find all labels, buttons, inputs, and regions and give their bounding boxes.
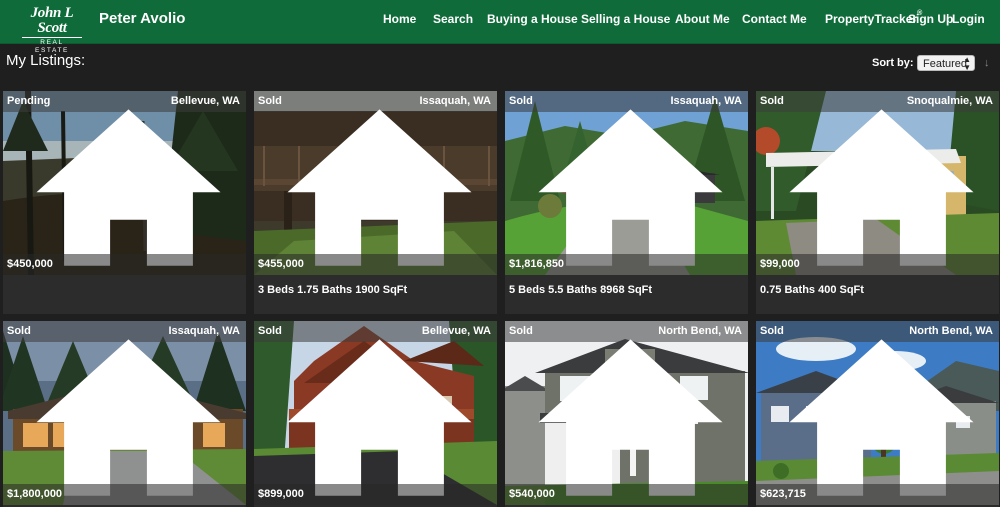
listing-card[interactable]: Sold Issaquah, WA $455,000 3 Beds 1.75 B…: [254, 91, 497, 314]
home-icon: [789, 339, 974, 496]
listing-card[interactable]: Sold Issaquah, WA $1,816,850 5 Beds 5.5 …: [505, 91, 748, 314]
listing-card[interactable]: Sold Snoqualmie, WA $99,000 0.75 Baths 4…: [756, 91, 999, 314]
listing-details: 0.75 Baths 400 SqFt: [760, 284, 864, 296]
listing-photo[interactable]: Sold North Bend, WA $540,000: [505, 321, 748, 505]
nav-search-link[interactable]: Search: [433, 12, 473, 26]
property-tracker-label: PropertyTracker: [825, 12, 918, 26]
listing-details: 3 Beds 1.75 Baths 1900 SqFt: [258, 284, 408, 296]
listing-status: Sold: [509, 321, 723, 496]
listing-photo[interactable]: Pending Bellevue, WA $450,000: [3, 91, 246, 275]
listing-price: $455,000: [258, 258, 304, 270]
arrow-down-icon[interactable]: ↓: [984, 57, 990, 69]
listing-price: $99,000: [760, 258, 800, 270]
listing-status-bar: Sold Issaquah, WA: [505, 91, 748, 266]
listing-card[interactable]: Pending Bellevue, WA $450,000: [3, 91, 246, 314]
listing-price: $1,816,850: [509, 258, 565, 270]
home-icon: [287, 339, 472, 496]
listing-status: Sold: [760, 321, 974, 496]
listing-card[interactable]: Sold Bellevue, WA $899,000: [254, 321, 497, 507]
listing-price: $450,000: [7, 258, 53, 270]
listing-status: Sold: [7, 321, 221, 496]
login-link[interactable]: Login: [952, 12, 985, 26]
nav-buying-link[interactable]: Buying a House: [487, 12, 578, 26]
listing-status-bar: Sold North Bend, WA: [505, 321, 748, 496]
home-icon: [36, 339, 221, 496]
listing-card[interactable]: Sold North Bend, WA $540,000: [505, 321, 748, 507]
listing-price: $899,000: [258, 488, 304, 500]
nav-selling-link[interactable]: Selling a House: [581, 12, 670, 26]
listing-card[interactable]: Sold North Bend, WA $623,715: [756, 321, 999, 507]
listing-status-bar: Sold Snoqualmie, WA: [756, 91, 999, 266]
listing-price-bar: $455,000: [254, 254, 497, 275]
listing-photo[interactable]: Sold Bellevue, WA $899,000: [254, 321, 497, 505]
listing-price-bar: $540,000: [505, 484, 748, 505]
listing-photo[interactable]: Sold Issaquah, WA $1,816,850: [505, 91, 748, 275]
listing-city: Issaquah, WA: [168, 325, 240, 337]
listing-status-bar: Sold Bellevue, WA: [254, 321, 497, 496]
listing-status-bar: Sold North Bend, WA: [756, 321, 999, 496]
listing-status: Sold: [258, 321, 472, 496]
nav-about-link[interactable]: About Me: [675, 12, 730, 26]
listing-status-bar: Sold Issaquah, WA: [3, 321, 246, 496]
listing-price-bar: $1,816,850: [505, 254, 748, 275]
sort-label: Sort by:: [872, 57, 914, 69]
listing-photo[interactable]: Sold Snoqualmie, WA $99,000: [756, 91, 999, 275]
listing-city: Bellevue, WA: [421, 325, 491, 337]
listing-status: Sold: [258, 91, 472, 266]
listing-price: $623,715: [760, 488, 806, 500]
listing-city: Issaquah, WA: [419, 95, 491, 107]
listing-city: Bellevue, WA: [170, 95, 240, 107]
listing-city: North Bend, WA: [909, 325, 993, 337]
listing-status: Sold: [760, 91, 974, 266]
nav-home-link[interactable]: Home: [383, 12, 416, 26]
listing-card[interactable]: Sold Issaquah, WA $1,800,000: [3, 321, 246, 507]
nav-separator: |: [946, 12, 950, 26]
home-icon: [36, 109, 221, 266]
listing-status: Pending: [7, 91, 221, 266]
listing-price-bar: $1,800,000: [3, 484, 246, 505]
agent-name[interactable]: Peter Avolio: [99, 10, 185, 27]
updown-caret-icon: ▲ ▼: [963, 55, 971, 72]
listing-price-bar: $450,000: [3, 254, 246, 275]
listing-status-bar: Sold Issaquah, WA: [254, 91, 497, 266]
home-icon: [538, 109, 723, 266]
nav-contact-link[interactable]: Contact Me: [742, 12, 807, 26]
listing-city: North Bend, WA: [658, 325, 742, 337]
listing-price-bar: $623,715: [756, 484, 999, 505]
listing-price-bar: $899,000: [254, 484, 497, 505]
home-icon: [287, 109, 472, 266]
listing-status-bar: Pending Bellevue, WA: [3, 91, 246, 266]
listing-photo[interactable]: Sold Issaquah, WA $455,000: [254, 91, 497, 275]
top-nav: John L Scott REAL ESTATE Peter Avolio Ho…: [0, 0, 1000, 54]
sort-selected-value: Featured: [923, 58, 968, 70]
listing-city: Snoqualmie, WA: [906, 95, 993, 107]
logo-wordmark: John L Scott: [30, 5, 74, 36]
home-icon: [789, 109, 974, 266]
john-l-scott-logo[interactable]: John L Scott REAL ESTATE: [16, 6, 88, 54]
listing-price: $540,000: [509, 488, 555, 500]
listing-status: Sold: [509, 91, 723, 266]
sort-select[interactable]: Featured ▲ ▼: [917, 55, 975, 72]
listing-details: 5 Beds 5.5 Baths 8968 SqFt: [509, 284, 653, 296]
listing-price: $1,800,000: [7, 488, 63, 500]
listing-city: Issaquah, WA: [670, 95, 742, 107]
listing-photo[interactable]: Sold Issaquah, WA $1,800,000: [3, 321, 246, 505]
home-icon: [538, 339, 723, 496]
listing-price-bar: $99,000: [756, 254, 999, 275]
page-title: My Listings:: [6, 52, 86, 69]
listing-photo[interactable]: Sold North Bend, WA $623,715: [756, 321, 999, 505]
